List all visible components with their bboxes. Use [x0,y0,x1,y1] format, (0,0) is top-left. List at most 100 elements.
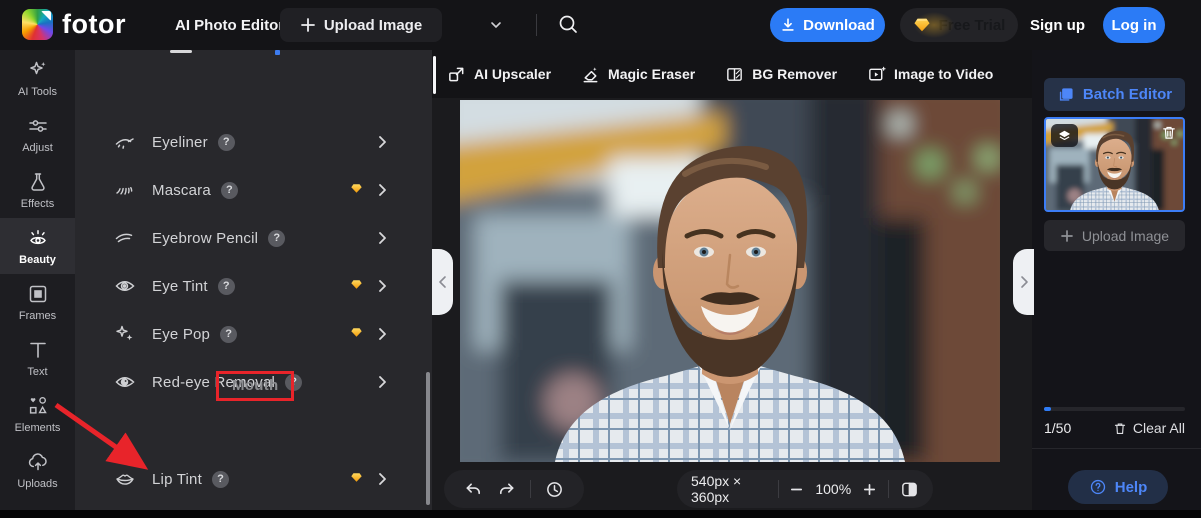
sidebar-item-text[interactable]: Text [0,330,75,386]
layers-badge[interactable] [1051,124,1078,147]
tool-label: Eye Tint [152,277,208,295]
question-circle-icon [1090,479,1105,495]
tab-magic-eraser[interactable]: Magic Eraser [581,65,695,84]
tool-row-eyeliner[interactable]: Eyeliner ? [95,120,415,164]
zoom-toolbar: 540px × 360px 100% [677,470,933,508]
clear-all-button[interactable]: Clear All [1113,420,1185,436]
help-icon[interactable]: ? [211,470,229,488]
clipped-gem-fragment [275,50,280,55]
fotor-app-window: fotor AI Photo Editor Upload Image Downl… [0,0,1201,518]
help-icon[interactable]: ? [217,277,235,295]
sidebar-label: Text [27,366,48,378]
help-button[interactable]: Help [1068,470,1168,504]
history-button[interactable] [545,480,564,499]
search-icon [559,15,577,33]
upload-image-button[interactable]: Upload Image [280,8,442,42]
toolbar-divider [888,480,889,498]
canvas-image[interactable] [460,100,1000,462]
fotor-logo-text: fotor [62,9,126,39]
undo-button[interactable] [464,480,483,499]
eye-tint-icon [115,281,135,291]
tool-row-eye-tint[interactable]: Eye Tint ? [95,264,415,308]
sign-up-label: Sign up [1030,16,1085,34]
history-toolbar [444,470,584,508]
delete-image-button[interactable] [1161,124,1177,141]
log-in-button[interactable]: Log in [1103,7,1165,43]
sidebar-item-beauty[interactable]: Beauty [0,218,75,274]
help-icon[interactable]: ? [217,133,235,151]
help-icon[interactable]: ? [220,181,238,199]
clear-all-label: Clear All [1132,420,1185,436]
chevron-right-icon [379,280,386,292]
search-button[interactable] [556,12,582,38]
premium-gem-icon [350,183,363,194]
image-thumbnail[interactable] [1044,117,1185,212]
sidebar-item-uploads[interactable]: Uploads [0,442,75,498]
tool-row-eyebrow-pencil[interactable]: Eyebrow Pencil ? [95,216,415,260]
fotor-logo[interactable]: fotor [22,9,126,40]
plus-icon [1061,229,1073,242]
fotor-logo-icon [22,9,53,40]
tool-label: Eyebrow Pencil [152,229,259,247]
canvas-dimensions: 540px × 360px [691,473,742,505]
chevron-right-icon [379,232,386,244]
tabbar-scroll-indicator [433,56,436,94]
lip-tint-icon [116,474,134,485]
tool-label: Mascara [152,181,211,199]
chevron-left-icon [438,276,446,288]
sidebar-item-effects[interactable]: Effects [0,162,75,218]
sidebar-label: Elements [14,422,61,434]
zoom-out-button[interactable] [789,482,804,497]
compare-button[interactable] [900,480,919,499]
chevron-right-icon [379,328,386,340]
help-icon[interactable]: ? [268,229,286,247]
image-counter: 1/50 [1044,420,1072,436]
tool-row-eye-pop[interactable]: Eye Pop ? [95,312,415,356]
tab-label: AI Upscaler [474,66,552,82]
help-label: Help [1114,478,1148,496]
tool-row-lip-tint[interactable]: Lip Tint ? [95,457,415,501]
redo-button[interactable] [497,480,516,499]
magic-eraser-icon [583,66,598,82]
tool-label: Eye Pop [152,325,211,343]
tool-row-mascara[interactable]: Mascara ? [95,168,415,212]
sidebar-item-elements[interactable]: Elements [0,386,75,442]
sidebar-item-adjust[interactable]: Adjust [0,106,75,162]
sidebar-item-ai-tools[interactable]: AI Tools [0,50,75,106]
upload-image-label: Upload Image [323,16,423,34]
mascara-icon [116,187,133,195]
tool-label: Eyeliner [152,133,208,151]
usage-progress-fill [1044,407,1051,411]
chevron-right-icon [1020,276,1028,288]
tab-label: Magic Eraser [608,66,696,82]
download-button[interactable]: Download [770,8,885,42]
download-icon [782,18,794,31]
sidebar-label: AI Tools [18,86,57,98]
collapse-left-panel-handle[interactable] [432,249,453,315]
panel-scrollbar[interactable] [426,372,430,505]
download-label: Download [803,16,875,34]
sidebar-label: Beauty [19,254,56,266]
panel-upload-image-button[interactable]: Upload Image [1044,220,1185,251]
zoom-in-button[interactable] [862,482,877,497]
batch-editor-label: Batch Editor [1082,86,1173,103]
tab-ai-upscaler[interactable]: AI Upscaler [447,65,551,84]
premium-gem-icon [350,279,363,290]
eyeliner-icon [115,138,134,149]
tab-image-to-video[interactable]: Image to Video [867,65,993,84]
collapse-right-panel-handle[interactable] [1013,249,1034,315]
effects-icon [30,173,45,191]
free-trial-button[interactable]: Free Trial [900,8,1018,42]
sidebar-label: Uploads [17,478,58,490]
toolbar-divider [530,480,531,498]
upload-options-dropdown[interactable] [488,17,504,33]
batch-editor-button[interactable]: Batch Editor [1044,78,1185,111]
help-icon[interactable]: ? [220,325,238,343]
zoom-level: 100% [815,481,852,497]
mouth-section-header: Mouth [232,377,279,394]
left-sidebar: AI Tools Adjust Effects Beauty Frames Te… [0,50,75,518]
clipped-row-fragment [170,50,192,53]
tab-bg-remover[interactable]: BG Remover [725,65,837,84]
sidebar-item-frames[interactable]: Frames [0,274,75,330]
sign-up-link[interactable]: Sign up [1030,0,1085,50]
